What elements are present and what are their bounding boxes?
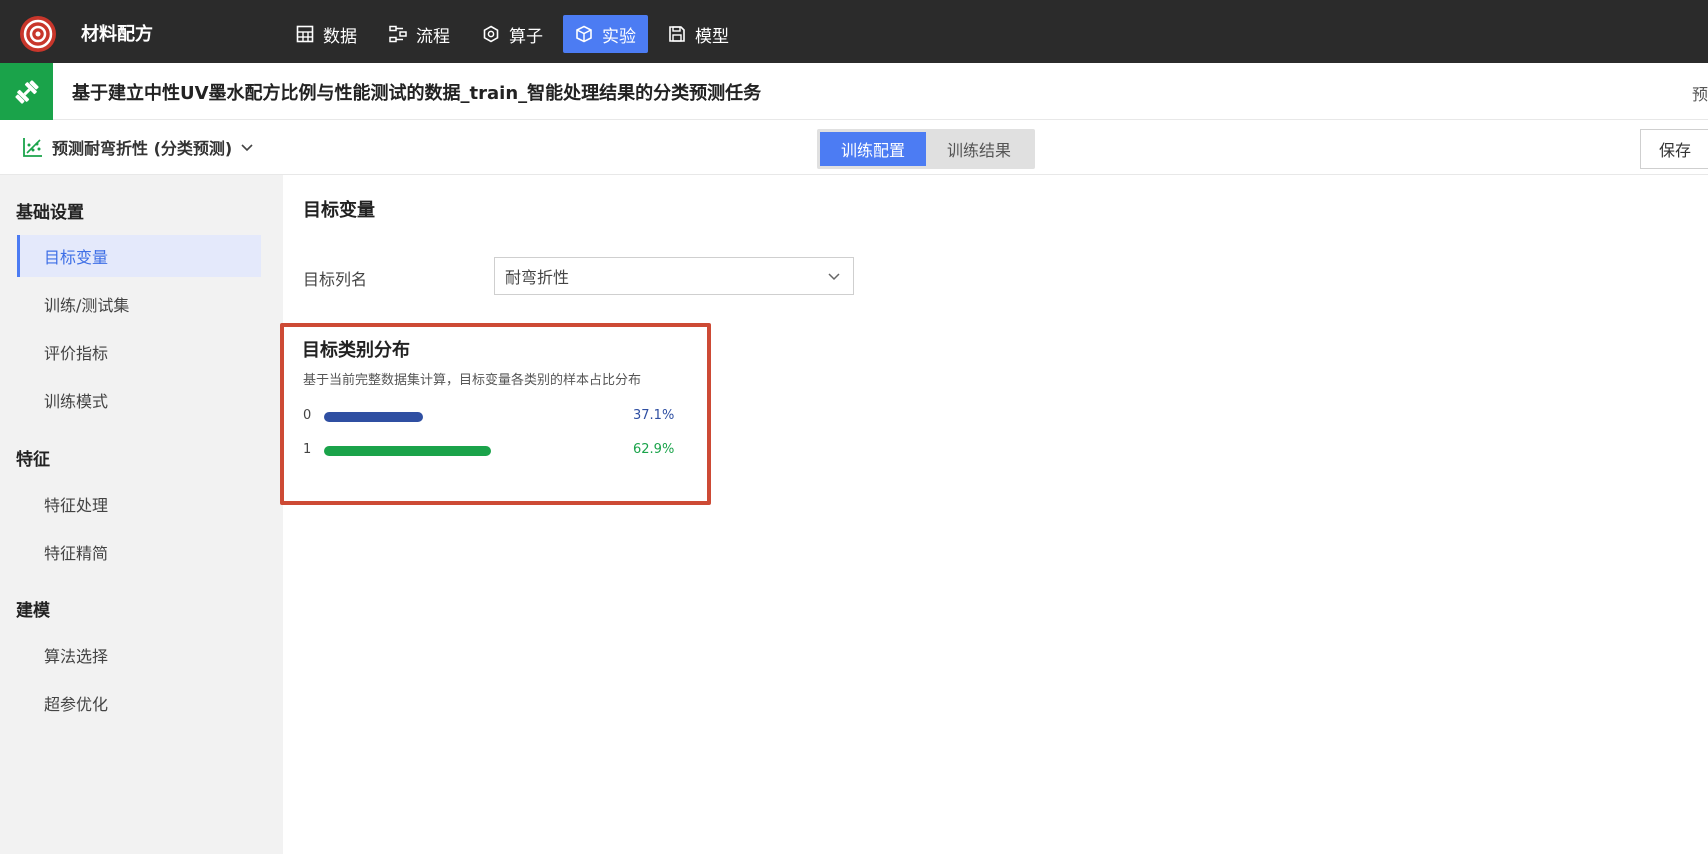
sidebar-item-target-variable[interactable]: 目标变量 xyxy=(17,235,261,277)
nav-item-label: 实验 xyxy=(602,26,636,47)
truncated-header-text: 预 xyxy=(1692,85,1708,104)
tab-train-result[interactable]: 训练结果 xyxy=(926,132,1032,166)
distribution-bar xyxy=(324,446,492,456)
sidebar-group-feature: 特征 xyxy=(16,450,50,470)
config-result-tabs: 训练配置 训练结果 xyxy=(817,129,1035,169)
cube-icon xyxy=(576,25,592,43)
nav-item-label: 数据 xyxy=(323,26,357,47)
sidebar-item-hyperparameter[interactable]: 超参优化 xyxy=(17,682,261,724)
settings-sidebar: 基础设置 目标变量 训练/测试集 评价指标 训练模式 特征 特征处理 特征精简 … xyxy=(0,175,283,854)
class-label: 0 xyxy=(303,408,312,423)
nav-item-label: 流程 xyxy=(416,26,450,47)
nav-item-flow[interactable]: 流程 xyxy=(377,15,462,53)
page-title: 基于建立中性UV墨水配方比例与性能测试的数据_train_智能处理结果的分类预测… xyxy=(72,83,762,104)
chevron-down-icon xyxy=(241,144,253,152)
sidebar-group-basic: 基础设置 xyxy=(16,203,84,223)
task-toolbar: 预测耐弯折性 (分类预测) 训练配置 训练结果 保存 xyxy=(0,121,1708,175)
app-name: 材料配方 xyxy=(81,24,153,45)
task-title-bar: 基于建立中性UV墨水配方比例与性能测试的数据_train_智能处理结果的分类预测… xyxy=(0,63,1708,120)
task-badge xyxy=(0,63,53,120)
table-icon xyxy=(296,25,314,43)
task-selector-label: 预测耐弯折性 (分类预测) xyxy=(52,139,233,158)
sidebar-item-train-test-split[interactable]: 训练/测试集 xyxy=(17,283,261,325)
distribution-title: 目标类别分布 xyxy=(302,340,410,361)
top-navbar: 材料配方 数据 流程 算子 实验 模型 xyxy=(0,0,1708,63)
nav-item-operator[interactable]: 算子 xyxy=(470,15,555,53)
flow-icon xyxy=(389,25,407,43)
sidebar-item-feature-selection[interactable]: 特征精简 xyxy=(17,531,261,573)
distribution-bar-track xyxy=(324,412,604,422)
class-percentage: 62.9% xyxy=(633,442,675,457)
app-logo-icon[interactable] xyxy=(18,14,58,54)
distribution-row: 1 62.9% xyxy=(303,441,683,459)
target-column-value: 耐弯折性 xyxy=(505,268,570,287)
sidebar-item-train-mode[interactable]: 训练模式 xyxy=(17,379,261,421)
distribution-bar xyxy=(324,412,423,422)
save-button[interactable]: 保存 xyxy=(1640,129,1708,169)
tab-train-config[interactable]: 训练配置 xyxy=(820,132,926,166)
section-title: 目标变量 xyxy=(303,200,375,221)
nav-item-data[interactable]: 数据 xyxy=(284,15,369,53)
nav-item-label: 算子 xyxy=(509,26,543,47)
scatter-chart-icon xyxy=(23,138,42,157)
class-label: 1 xyxy=(303,442,312,457)
main-nav: 数据 流程 算子 实验 模型 xyxy=(284,15,741,53)
distribution-row: 0 37.1% xyxy=(303,407,683,425)
sidebar-item-metrics[interactable]: 评价指标 xyxy=(17,331,261,373)
target-column-label: 目标列名 xyxy=(303,270,368,289)
task-selector[interactable]: 预测耐弯折性 (分类预测) xyxy=(22,135,254,159)
chevron-down-icon xyxy=(828,273,840,281)
save-icon xyxy=(669,26,685,42)
sidebar-item-algorithm[interactable]: 算法选择 xyxy=(17,634,261,676)
hexagon-icon xyxy=(483,25,499,43)
sidebar-item-feature-processing[interactable]: 特征处理 xyxy=(17,483,261,525)
distribution-bar-track xyxy=(324,446,604,456)
nav-item-experiment[interactable]: 实验 xyxy=(563,15,648,53)
nav-item-model[interactable]: 模型 xyxy=(656,15,741,53)
class-percentage: 37.1% xyxy=(633,408,675,423)
nav-item-label: 模型 xyxy=(695,26,729,47)
distribution-description: 基于当前完整数据集计算，目标变量各类别的样本占比分布 xyxy=(303,373,642,388)
target-column-select[interactable]: 耐弯折性 xyxy=(494,257,854,295)
sidebar-group-modeling: 建模 xyxy=(16,601,50,621)
dumbbell-icon xyxy=(14,79,39,104)
